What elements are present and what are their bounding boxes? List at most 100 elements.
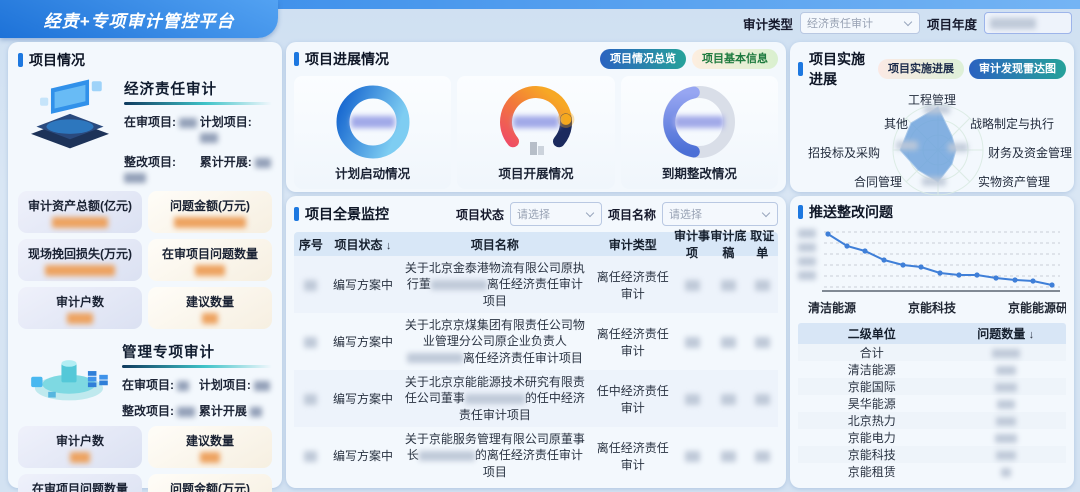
project-year-input[interactable] xyxy=(984,12,1072,34)
redacted-name xyxy=(465,394,525,404)
redacted-value xyxy=(255,158,271,168)
redacted-value xyxy=(721,280,736,291)
special-audit-illustration xyxy=(18,337,120,407)
stat-card: 建议数量 xyxy=(148,426,272,468)
stat-label: 计划项目: xyxy=(200,115,252,129)
table-row[interactable]: 编写方案中 关于京能服务管理有限公司原董事长的离任经济责任审计项目 离任经济责任… xyxy=(294,427,778,484)
table-row[interactable]: 编写方案中 关于北京京煤集团有限责任公司物业管理分公司原企业负责人离任经济责任审… xyxy=(294,313,778,370)
dashboard: 经责+专项审计管控平台 审计类型 经济责任审计 项目年度 项目情况 xyxy=(0,0,1080,492)
chevron-down-icon xyxy=(586,208,594,216)
stat-label: 计划项目: xyxy=(199,378,251,392)
redacted-value xyxy=(177,381,189,391)
redacted-value xyxy=(45,265,115,276)
table-row[interactable]: 编写方案中 关于北京金泰港物流有限公司原执行董离任经济责任审计项目 离任经济责任… xyxy=(294,256,778,313)
panel-project-monitor: 项目全景监控 项目状态 请选择 项目名称 请选择 序号 项目状态 xyxy=(286,196,786,488)
status-filter-label: 项目状态 xyxy=(456,206,504,223)
accent-bar-icon xyxy=(798,62,803,76)
section-underline xyxy=(122,365,272,368)
radar-chart: 工程管理 战略制定与执行 财务及资金管理 实物资产管理 制度流程建设与执行 合同… xyxy=(798,89,1066,213)
stat-card: 问题金额(万元) xyxy=(148,191,272,233)
table-row[interactable]: 京能国际 xyxy=(798,378,1066,395)
tab-project-basic-info[interactable]: 项目基本信息 xyxy=(692,49,778,69)
status-filter-select[interactable]: 请选择 xyxy=(510,202,602,226)
table-row[interactable]: 北京热力 xyxy=(798,412,1066,429)
section-title: 经济责任审计 xyxy=(124,78,272,99)
redacted-value xyxy=(513,116,559,128)
table-row[interactable]: 清洁能源 xyxy=(798,361,1066,378)
redacted-value xyxy=(995,434,1017,443)
redacted-value xyxy=(304,337,317,348)
panel-title: 项目实施进展 xyxy=(809,49,873,89)
redacted-value xyxy=(685,394,700,405)
sort-icon: ↓ xyxy=(1029,329,1035,341)
panel-title: 项目情况 xyxy=(29,50,85,70)
tab-audit-radar[interactable]: 审计发现雷达图 xyxy=(969,59,1066,79)
accent-bar-icon xyxy=(294,52,299,66)
redacted-value xyxy=(948,143,968,152)
gauge-rectification-due: 到期整改情况 xyxy=(621,76,778,189)
audit-type-value: 经济责任审计 xyxy=(807,15,873,31)
stat-card: 建议数量 xyxy=(148,287,272,329)
tab-implementation-progress[interactable]: 项目实施进展 xyxy=(878,59,964,79)
project-table: 序号 项目状态 ↓ 项目名称 审计类型 审计事项 审计底稿 取证单 编写方案中 … xyxy=(294,232,778,484)
stat-card: 现场挽回损失(万元) xyxy=(18,239,142,281)
economic-audit-illustration xyxy=(18,74,122,152)
building-icon xyxy=(530,142,544,155)
redacted-value xyxy=(995,383,1017,392)
redacted-name xyxy=(431,280,487,290)
table-row[interactable]: 编写方案中 关于北京京能能源技术研究有限责任公司董事的任中经济责任审计项目 任中… xyxy=(294,370,778,427)
table-header: 二级单位 问题数量 ↓ xyxy=(798,323,1066,344)
name-filter-select[interactable]: 请选择 xyxy=(662,202,778,226)
accent-bar-icon xyxy=(294,207,299,221)
radar-axis-label: 合同管理 xyxy=(854,173,902,190)
redacted-value xyxy=(195,265,225,276)
table-header: 序号 项目状态 ↓ 项目名称 审计类型 审计事项 审计底稿 取证单 xyxy=(294,232,778,256)
section-title: 管理专项审计 xyxy=(122,341,272,362)
panel-implementation-progress: 项目实施进展 项目实施进展 审计发现雷达图 工程管理 战略制定与执行 财务及资 xyxy=(790,42,1074,192)
panel-project-overview: 项目情况 经济责任审计 在审项目: 计划项目: 整改项目: 累 xyxy=(8,42,282,488)
redacted-value xyxy=(992,349,1020,358)
redacted-value xyxy=(685,451,700,462)
table-row[interactable]: 京能租赁 xyxy=(798,463,1066,480)
x-tick: 京能能源研究 xyxy=(1008,299,1066,316)
redacted-value xyxy=(304,451,317,462)
table-row[interactable]: 京能电力 xyxy=(798,429,1066,446)
section-economic-audit: 经济责任审计 在审项目: 计划项目: 整改项目: 累计开展: xyxy=(18,74,272,184)
redacted-value xyxy=(996,417,1016,426)
stat-card: 审计资产总额(亿元) xyxy=(18,191,142,233)
unit-problems-table: 二级单位 问题数量 ↓ 合计 清洁能源 京能国际 昊华能源 北京热力 京能电力 … xyxy=(798,323,1066,480)
redacted-year-value xyxy=(990,18,1036,29)
redacted-value xyxy=(202,313,218,324)
redacted-value xyxy=(922,177,946,186)
table-row[interactable]: 昊华能源 xyxy=(798,395,1066,412)
trend-line xyxy=(828,234,1052,285)
redacted-value xyxy=(721,337,736,348)
radar-axis-label: 实物资产管理 xyxy=(978,173,1050,190)
redacted-name xyxy=(419,451,475,461)
audit-type-select[interactable]: 经济责任审计 xyxy=(800,12,920,34)
table-row[interactable]: 合计 xyxy=(798,344,1066,361)
table-row[interactable]: 京能科技 xyxy=(798,446,1066,463)
panel-project-progress: 项目进展情况 项目情况总览 项目基本信息 计划启动情况 xyxy=(286,42,786,192)
x-tick: 清洁能源 xyxy=(808,299,856,316)
redacted-value xyxy=(996,451,1016,460)
x-tick: 京能科技 xyxy=(908,299,956,316)
trend-chart xyxy=(798,227,1066,297)
redacted-value xyxy=(351,116,395,128)
panel-title: 推送整改问题 xyxy=(809,202,893,222)
redacted-value xyxy=(755,337,770,348)
accent-bar-icon xyxy=(18,53,23,67)
chevron-down-icon xyxy=(904,17,912,25)
tab-project-overview[interactable]: 项目情况总览 xyxy=(600,49,686,69)
panel-title: 项目进展情况 xyxy=(305,49,389,69)
stat-label: 整改项目: xyxy=(124,155,176,169)
redacted-value xyxy=(67,313,93,324)
panel-push-rectification: 推送整改问题 xyxy=(790,196,1074,488)
sortable-column[interactable]: 问题数量 ↓ xyxy=(945,325,1066,342)
redacted-value xyxy=(997,400,1015,409)
redacted-value xyxy=(1001,468,1011,477)
redacted-value xyxy=(254,381,270,391)
stat-label: 在审项目: xyxy=(122,378,174,392)
stat-card: 问题金额(万元) xyxy=(148,474,272,492)
sortable-column[interactable]: 项目状态 ↓ xyxy=(328,236,398,253)
